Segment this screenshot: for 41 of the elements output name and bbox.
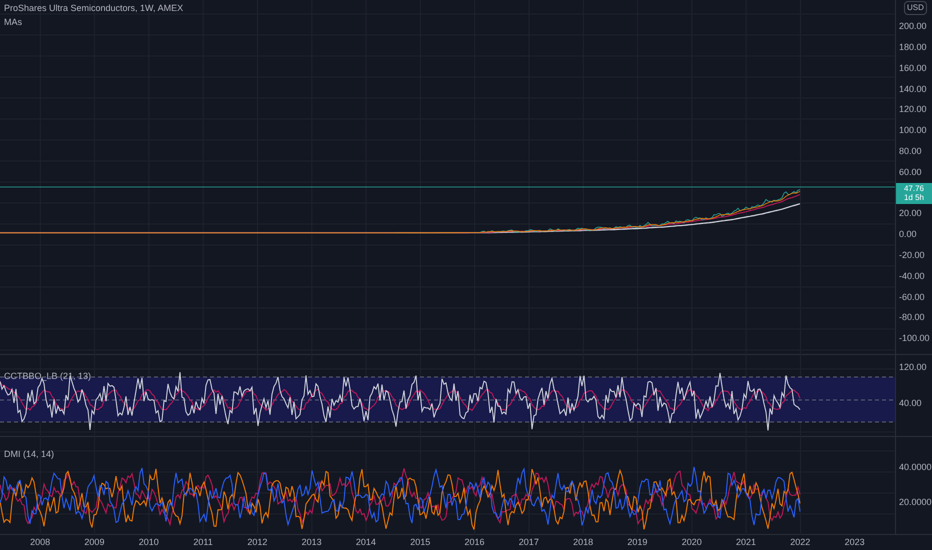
axis-label: 60.00 <box>899 166 922 179</box>
axis-label: -20.00 <box>899 249 925 262</box>
dmi-title: DMI (14, 14) <box>4 449 54 459</box>
axis-label: -80.00 <box>899 311 925 324</box>
axis-label: 0.00 <box>899 228 917 242</box>
axis-label: -40.00 <box>899 270 925 283</box>
time-label: 2021 <box>736 536 756 549</box>
time-label: 2023 <box>844 536 865 549</box>
time-label: 2015 <box>410 536 430 549</box>
axis-label: 200.00 <box>899 20 927 34</box>
time-label: 2011 <box>193 536 213 549</box>
axis-label: 180.00 <box>899 41 927 54</box>
time-label: 2022 <box>790 536 810 549</box>
time-label: 2018 <box>573 536 594 549</box>
axis-label: 20.00 <box>899 207 922 220</box>
time-label: 2008 <box>30 536 50 549</box>
axis-label: 120.00 <box>899 103 927 116</box>
axis-label: 40.00 <box>899 397 922 410</box>
time-label: 2014 <box>356 536 376 549</box>
axis-label: 160.00 <box>899 62 927 75</box>
time-label: 2013 <box>302 536 322 549</box>
time-label: 2020 <box>682 536 702 549</box>
chart-title: ProShares Ultra Semiconductors, 1W, AMEX <box>4 2 184 15</box>
currency-badge[interactable]: USD <box>904 1 927 15</box>
indicator-label: MAs <box>4 16 23 28</box>
time-label: 2019 <box>627 536 648 549</box>
time-label: 2012 <box>247 536 268 549</box>
price-tag: 47.76 1d 5h <box>896 182 932 204</box>
axis-label: -100.00 <box>899 332 930 346</box>
time-label: 2016 <box>464 536 485 549</box>
oscillator-title: CCTBBO_LB (21, 13) <box>4 371 92 381</box>
time-label: 2009 <box>84 536 104 549</box>
axis-label: 140.00 <box>899 82 927 96</box>
axis-label: 100.00 <box>899 124 927 138</box>
axis-label: 120.00 <box>899 361 927 374</box>
axis-label: 80.00 <box>899 145 922 158</box>
axis-label: -60.00 <box>899 290 925 304</box>
time-label: 2017 <box>518 536 539 549</box>
axis-label: 20.0000 <box>899 496 932 510</box>
time-label: 2010 <box>138 536 159 549</box>
axis-label: 40.0000 <box>899 461 932 474</box>
